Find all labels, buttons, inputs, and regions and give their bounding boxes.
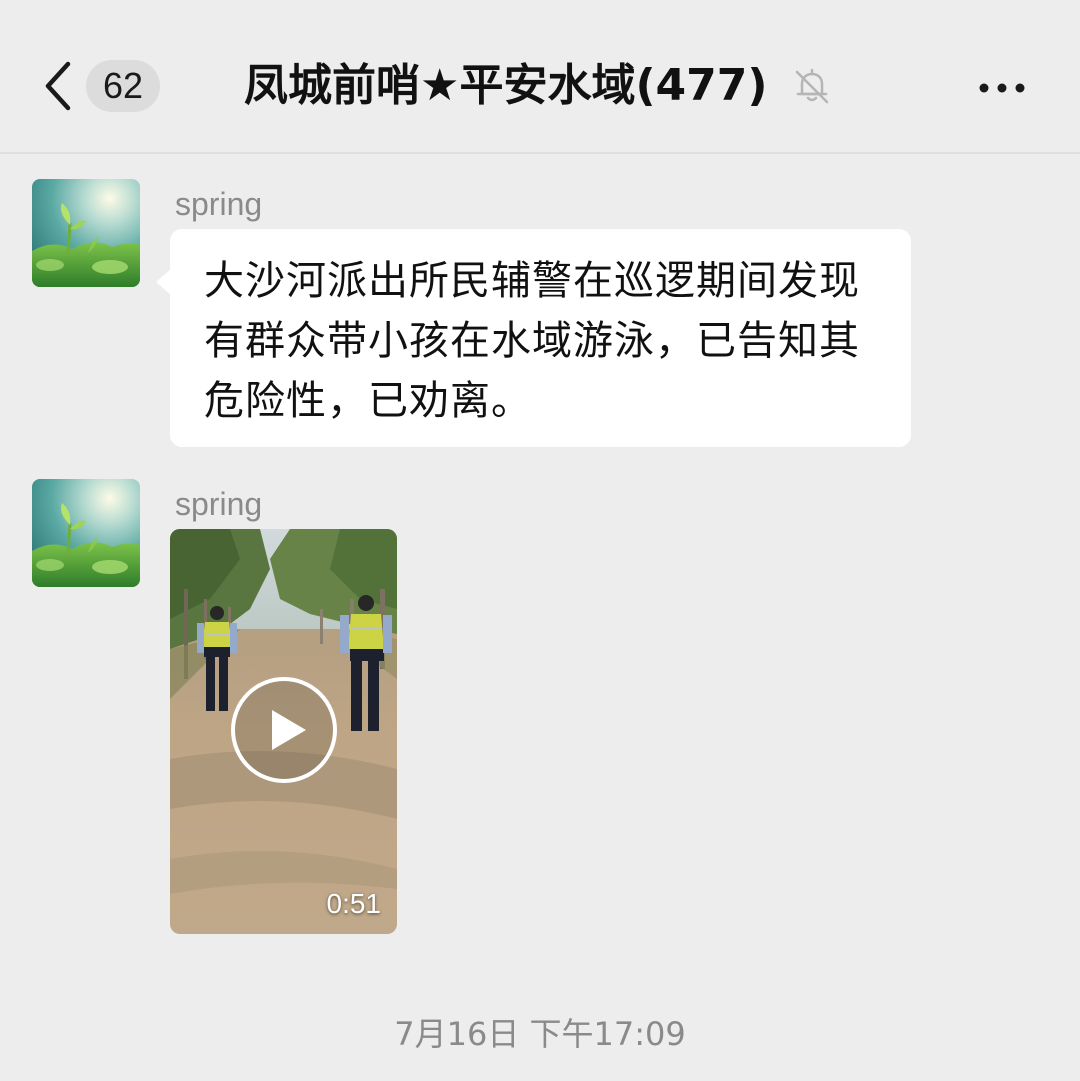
chat-header: 62 凤城前哨★平安水域(477): [0, 0, 1080, 154]
chevron-left-icon: [45, 61, 71, 111]
video-duration: 0:51: [326, 888, 382, 919]
sender-avatar[interactable]: [32, 479, 140, 587]
unread-count-badge[interactable]: 62: [86, 60, 160, 112]
sender-avatar[interactable]: [32, 179, 140, 287]
play-icon: [231, 677, 337, 783]
more-options-button[interactable]: [972, 70, 1032, 106]
sender-name: spring: [175, 186, 263, 222]
seedling-avatar-icon: [32, 179, 140, 287]
back-button[interactable]: [38, 58, 82, 114]
sender-name: spring: [175, 486, 263, 522]
chat-title: 凤城前哨★平安水域(477): [244, 60, 768, 111]
bell-off-icon: [792, 66, 832, 106]
message-timestamp: 7月16日 下午17:09: [394, 1015, 686, 1053]
seedling-avatar-icon: [32, 479, 140, 587]
chat-screen: 62 凤城前哨★平安水域(477) spring 大沙河派出所民辅警在巡逻期间发…: [0, 0, 1080, 1081]
video-message[interactable]: 0:51: [170, 529, 397, 934]
message-bubble[interactable]: 大沙河派出所民辅警在巡逻期间发现有群众带小孩在水域游泳，已告知其危险性，已劝离。: [170, 229, 911, 447]
message-text: 大沙河派出所民辅警在巡逻期间发现有群众带小孩在水域游泳，已告知其危险性，已劝离。: [204, 258, 860, 424]
play-button[interactable]: [230, 676, 338, 784]
more-dots-icon: [979, 83, 1025, 93]
